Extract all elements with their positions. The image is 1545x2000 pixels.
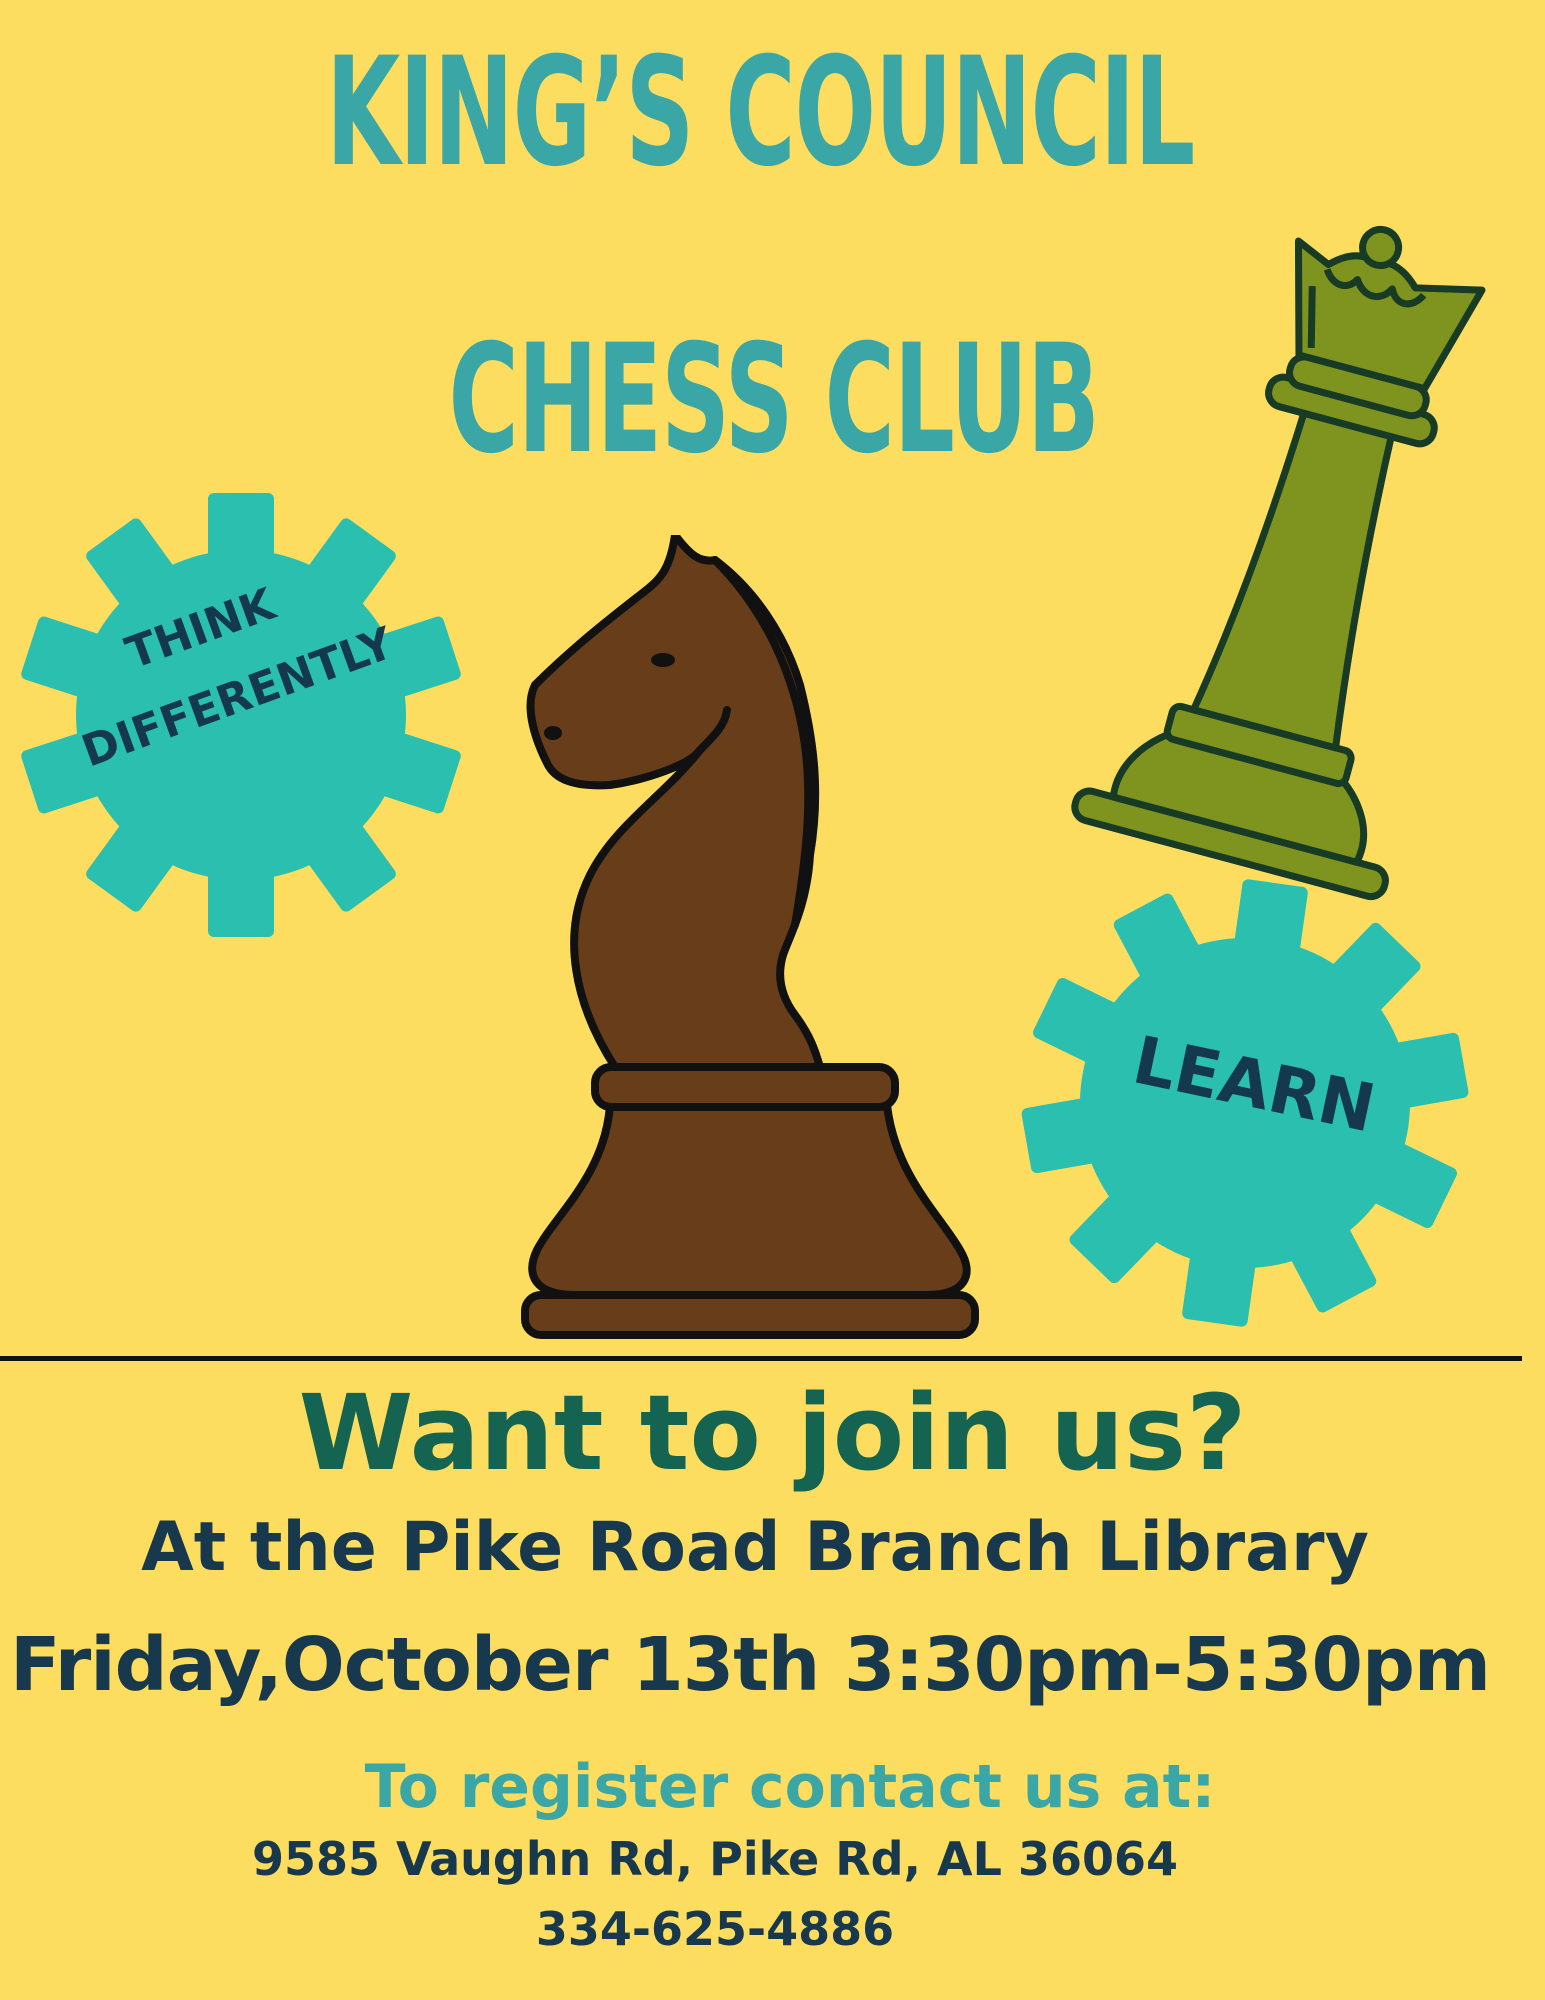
title-line-1: KING’S COUNCIL [325,26,1195,200]
divider-line [0,1356,1522,1361]
phone-text: 334-625-4886 [535,1902,895,1956]
chess-queen-icon [1060,215,1500,915]
learn-badge: LEARN [1020,878,1470,1328]
address-text: 9585 Vaughn Rd, Pike Rd, AL 36064 [251,1832,1179,1886]
location-text: At the Pike Road Branch Library [141,1508,1369,1587]
headline: Want to join us? [298,1372,1247,1494]
register-prompt: To register contact us at: [364,1752,1216,1822]
datetime-text: Friday,October 13th 3:30pm-5:30pm [9,1622,1491,1708]
chess-knight-icon [515,531,985,1345]
think-differently-badge: THINK DIFFERENTLY [16,490,466,940]
